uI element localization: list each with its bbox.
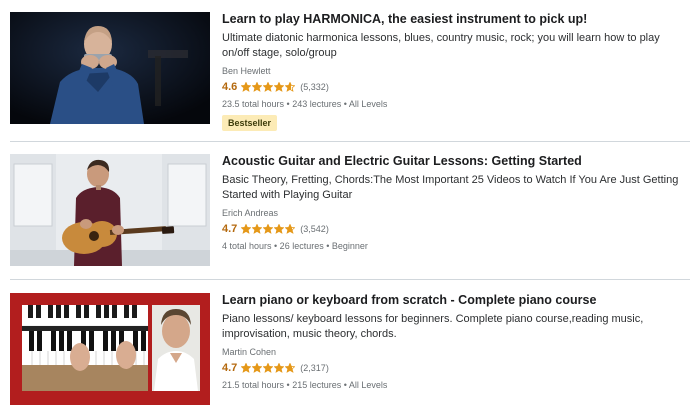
course-title[interactable]: Learn piano or keyboard from scratch - C… [222,293,690,308]
course-instructor: Erich Andreas [222,208,279,218]
star-icon [241,223,252,234]
rating-value: 4.7 [222,222,238,235]
star-icon [252,81,263,92]
course-headline: Piano lessons/ keyboard lessons for begi… [222,313,644,340]
course-meta: 21.5 total hours • 215 lectures • All Le… [222,380,388,390]
rating-row: 4.7 (2,317) [222,360,690,375]
course-info: Acoustic Guitar and Electric Guitar Less… [222,154,690,252]
star-icon [285,81,296,92]
star-icon [274,362,285,373]
harmonica-player-photo-icon [10,12,210,124]
rating-row: 4.7 (3,542) [222,221,690,236]
divider [10,141,690,142]
course-info: Learn piano or keyboard from scratch - C… [222,293,690,391]
star-icon [241,81,252,92]
star-rating [241,223,296,234]
course-title[interactable]: Learn to play HARMONICA, the easiest ins… [222,12,690,27]
star-icon [252,223,263,234]
star-rating [241,362,296,373]
star-icon [263,223,274,234]
divider [10,279,690,280]
star-icon [241,362,252,373]
rating-row: 4.6 (5,332) [222,79,690,94]
rating-count: (3,542) [300,223,329,234]
course-title[interactable]: Acoustic Guitar and Electric Guitar Less… [222,154,690,169]
rating-value: 4.6 [222,80,238,93]
star-icon [252,362,263,373]
course-instructor: Ben Hewlett [222,66,271,76]
star-icon [285,223,296,234]
course-thumbnail[interactable] [10,12,210,124]
star-rating [241,81,296,92]
star-icon [263,362,274,373]
course-info: Learn to play HARMONICA, the easiest ins… [222,12,690,131]
star-icon [263,81,274,92]
course-meta: 23.5 total hours • 243 lectures • All Le… [222,99,388,109]
piano-keyboard-photo-icon [10,293,210,405]
bestseller-badge: Bestseller [222,115,278,131]
star-icon [274,81,285,92]
rating-count: (2,317) [300,362,329,373]
course-thumbnail[interactable] [10,293,210,405]
rating-value: 4.7 [222,361,238,374]
guitar-player-photo-icon [10,154,210,266]
star-icon [274,223,285,234]
rating-count: (5,332) [300,81,329,92]
star-icon [285,362,296,373]
course-instructor: Martin Cohen [222,347,277,357]
course-meta: 4 total hours • 26 lectures • Beginner [222,241,368,251]
course-thumbnail[interactable] [10,154,210,266]
course-headline: Basic Theory, Fretting, Chords:The Most … [222,174,679,201]
course-headline: Ultimate diatonic harmonica lessons, blu… [222,32,660,59]
